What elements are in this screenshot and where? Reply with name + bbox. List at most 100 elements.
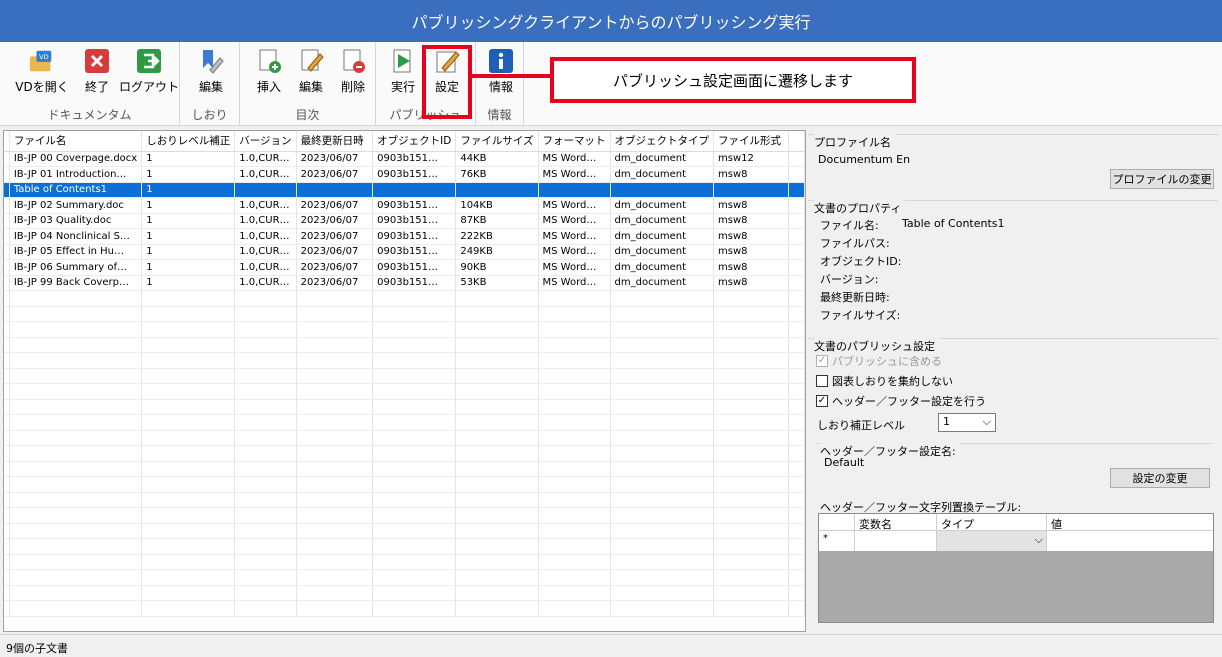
table-cell (141, 321, 236, 338)
publish-run-button[interactable]: 実行 (378, 46, 428, 102)
table-cell (713, 538, 789, 555)
toc-edit-label: 編集 (298, 80, 323, 94)
table-cell (296, 383, 374, 400)
table-cell (788, 600, 805, 617)
info-label: 情報 (488, 80, 513, 94)
table-cell: 1.0,CUR… (234, 275, 297, 291)
table-cell (713, 383, 789, 400)
table-cell (234, 538, 297, 555)
table-cell (234, 554, 297, 570)
table-row[interactable]: IB-JP 05 Effect in Hu… 1 1.0,CUR… 2023/06/0… (4, 244, 805, 260)
exit-button[interactable]: 終了 (72, 46, 122, 102)
table-cell (538, 430, 611, 446)
value-cell[interactable] (1047, 531, 1213, 551)
table-cell: 0903b151… (372, 197, 457, 214)
table-cell (788, 399, 805, 415)
table-cell (713, 352, 789, 369)
table-cell (141, 492, 236, 508)
table-cell (372, 182, 457, 198)
table-cell (788, 414, 805, 431)
table-cell (788, 383, 805, 400)
logout-icon (136, 48, 162, 74)
table-row[interactable]: IB-JP 00 Coverpage.docx 1 1.0,CUR… 2023/06/… (4, 151, 805, 167)
table-cell (141, 399, 236, 415)
column-header[interactable]: タイプ (937, 514, 1047, 531)
change-profile-label: プロファイルの変更 (1112, 173, 1212, 186)
logout-button[interactable]: ログアウト (119, 46, 179, 102)
table-cell (9, 461, 143, 477)
column-header[interactable]: バージョン (234, 131, 297, 152)
edit-icon (298, 48, 324, 74)
table-cell (788, 259, 805, 276)
table-cell (372, 523, 457, 539)
table-cell (234, 600, 297, 617)
table-cell: dm_document (610, 213, 715, 229)
table-row[interactable]: IB-JP 06 Summary of… 1 1.0,CUR… 2023/06/07 0… (4, 259, 805, 276)
table-row[interactable]: IB-JP 03 Quality.doc 1 1.0,CUR… 2023/06/07 0… (4, 213, 805, 229)
table-cell (610, 321, 715, 338)
checkbox-box (816, 375, 828, 387)
column-header[interactable]: 値 (1047, 514, 1213, 531)
table-row[interactable]: IB-JP 04 Nonclinical S… 1 1.0,CUR… 2023/06/… (4, 228, 805, 245)
bookmark-level-select[interactable]: 1 ⌵ (938, 413, 996, 432)
info-icon (488, 48, 514, 74)
column-header[interactable]: しおりレベル補正 (141, 131, 236, 152)
replace-table-new-row[interactable]: * ⌵ (819, 531, 1213, 551)
header-footer-label: ヘッダー／フッター設定を行う (832, 395, 986, 408)
column-header[interactable]: オブジェクトタイプ (610, 131, 715, 152)
variable-name-cell[interactable] (855, 531, 937, 551)
table-cell: msw8 (713, 166, 789, 183)
status-bar: 9個の子文書 (0, 634, 1222, 657)
row-header-corner (819, 514, 855, 530)
no-aggregate-checkbox[interactable]: 図表しおりを集約しない (816, 373, 953, 389)
table-cell (538, 476, 611, 493)
table-cell: IB-JP 04 Nonclinical S… (9, 228, 143, 245)
table-cell (455, 445, 539, 462)
table-cell (788, 461, 805, 477)
column-header[interactable]: ファイル名 (9, 131, 143, 152)
table-cell (713, 476, 789, 493)
no-aggregate-label: 図表しおりを集約しない (832, 375, 953, 388)
vd-open-button[interactable]: VD VDを開く (14, 46, 70, 102)
table-cell (296, 492, 374, 508)
table-cell (610, 538, 715, 555)
table-cell: MS Word… (538, 228, 611, 245)
table-cell (372, 461, 457, 477)
type-select-cell[interactable]: ⌵ (937, 531, 1047, 551)
table-cell (713, 321, 789, 338)
table-row[interactable]: Table of Contents1 1 (4, 182, 805, 198)
header-footer-checkbox[interactable]: ✓ ヘッダー／フッター設定を行う (816, 393, 986, 409)
column-header[interactable]: フォーマット (538, 131, 611, 152)
table-cell (141, 306, 236, 322)
column-header[interactable]: 最終更新日時 (296, 131, 374, 152)
table-row[interactable]: IB-JP 02 Summary.doc 1 1.0,CUR… 2023/06/07 0… (4, 197, 805, 214)
change-profile-button[interactable]: プロファイルの変更 (1110, 169, 1214, 189)
table-cell (713, 306, 789, 322)
column-header[interactable]: ファイル形式 (713, 131, 789, 152)
table-cell (141, 352, 236, 369)
table-cell (9, 383, 143, 400)
bookmark-edit-button[interactable]: 編集 (186, 46, 236, 102)
replace-table-header: 変数名 タイプ 値 (819, 514, 1213, 531)
column-header[interactable]: ファイルサイズ (455, 131, 539, 152)
column-header[interactable]: オブジェクトID (372, 131, 457, 152)
exit-label: 終了 (84, 80, 109, 94)
table-cell: 90KB (455, 259, 539, 276)
table-cell (234, 337, 297, 353)
table-cell (141, 461, 236, 477)
empty-row (4, 445, 805, 462)
table-cell (455, 492, 539, 508)
document-grid[interactable]: ファイル名 しおりレベル補正 バージョン 最終更新日時 オブジェクトID ファイ… (3, 130, 806, 632)
table-cell (538, 554, 611, 570)
replace-table[interactable]: 変数名 タイプ 値 * ⌵ (818, 513, 1214, 623)
table-cell (455, 600, 539, 617)
column-header[interactable]: 変数名 (855, 514, 937, 531)
bookmark-level-value: 1 (943, 415, 950, 428)
table-row[interactable]: IB-JP 01 Introduction… 1 1.0,CUR… 2023/06/0… (4, 166, 805, 183)
table-cell (713, 290, 789, 307)
toc-delete-button[interactable]: 削除 (328, 46, 378, 102)
table-cell (610, 306, 715, 322)
table-row[interactable]: IB-JP 99 Back Coverp… 1 1.0,CUR… 2023/06/07… (4, 275, 805, 291)
object-id-label: オブジェクトID: (820, 255, 902, 268)
change-hf-settings-button[interactable]: 設定の変更 (1110, 468, 1210, 488)
